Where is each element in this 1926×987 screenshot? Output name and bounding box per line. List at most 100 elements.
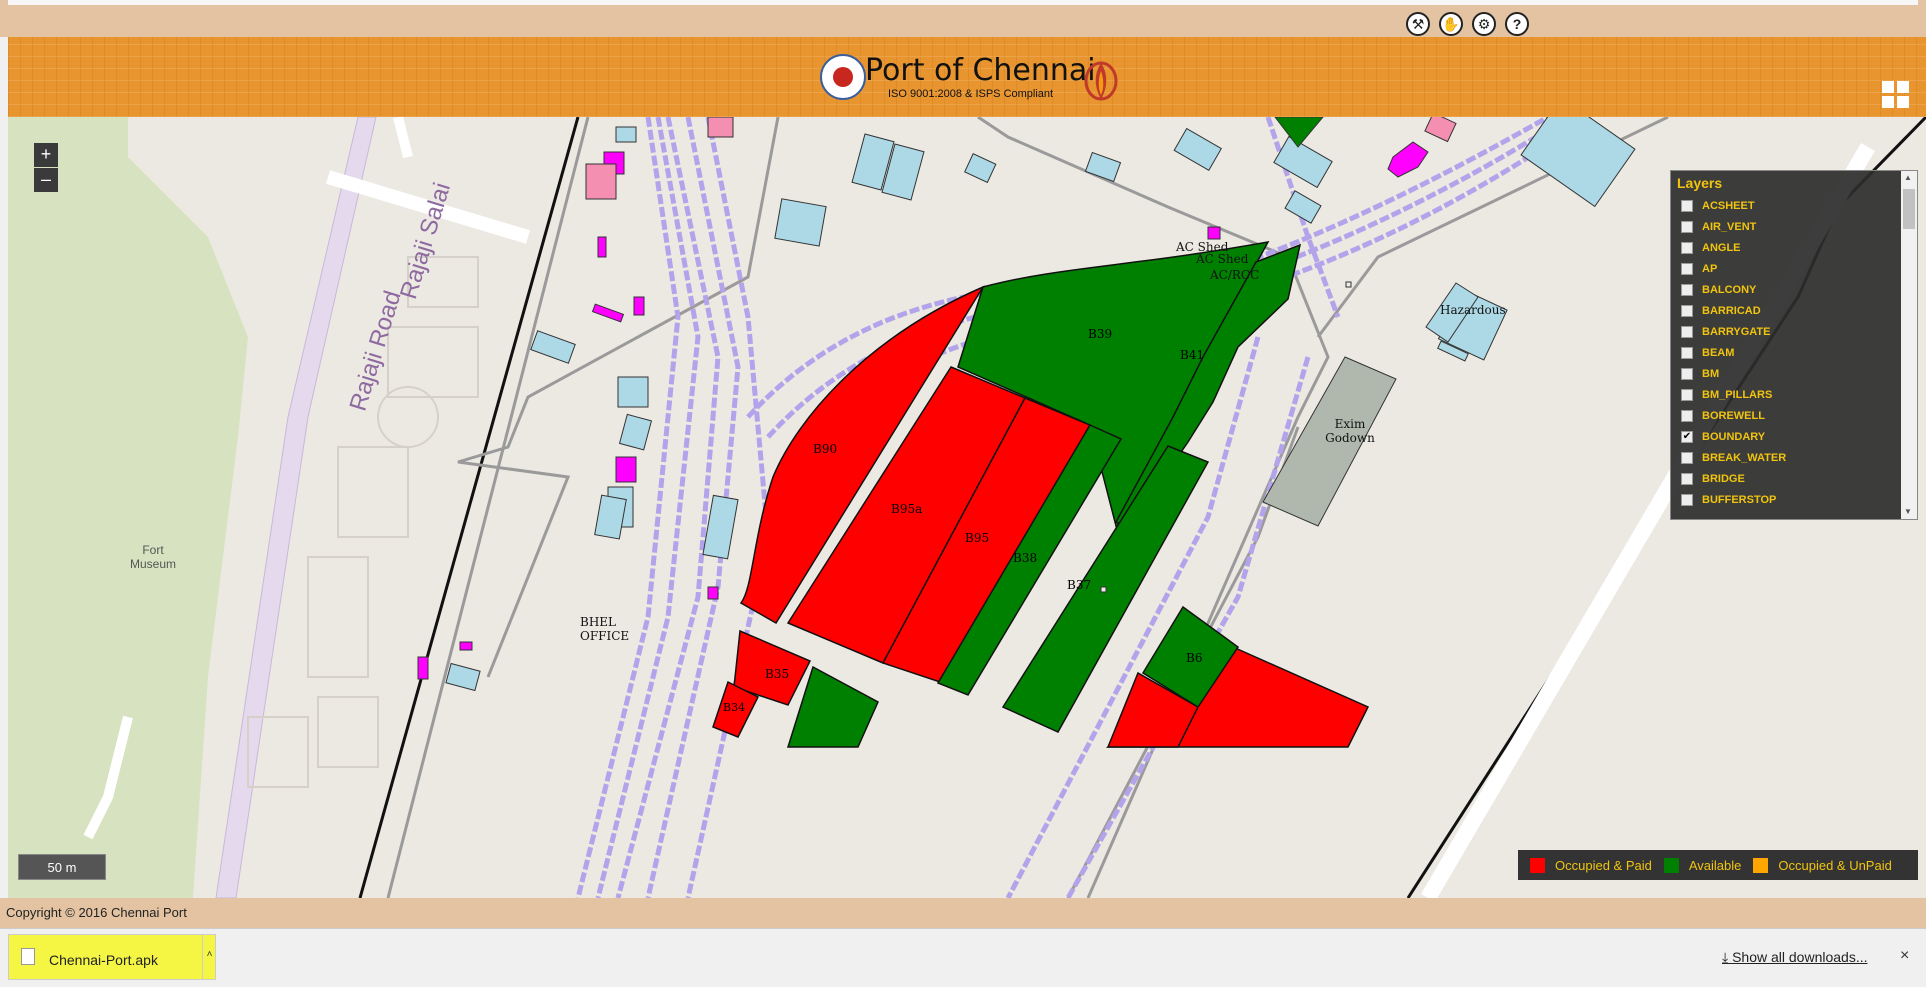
plot-label: B39 (1088, 327, 1113, 341)
plot-label: B6 (1186, 651, 1203, 665)
layer-label: BUFFERSTOP (1702, 493, 1777, 506)
layer-item[interactable]: BOREWELL (1681, 405, 1786, 426)
top-toolbar-strip: ⚒ ✋ ⚙ ? (0, 0, 1926, 37)
legend-swatch (1753, 857, 1769, 873)
layer-item[interactable]: AIR_VENT (1681, 216, 1786, 237)
layer-checkbox[interactable] (1681, 451, 1693, 464)
layer-label: BALCONY (1702, 283, 1757, 296)
layer-label: AP (1702, 262, 1718, 275)
status-legend: Occupied & Paid Available Occupied & UnP… (1518, 850, 1918, 880)
place-label-ac-rcc: AC/RCC (1210, 268, 1260, 282)
place-label-hazardous: Hazardous (1440, 303, 1506, 317)
zoom-in-button[interactable]: + (34, 143, 58, 167)
layer-checkbox[interactable] (1681, 304, 1693, 317)
legend-label: Occupied & Paid (1555, 857, 1652, 873)
layer-label: BM (1702, 367, 1720, 380)
layer-checkbox[interactable] (1681, 325, 1693, 338)
plot-label: B34 (723, 701, 746, 714)
download-file-name: Chennai-Port.apk (49, 952, 158, 968)
site-header: Port of Chennai ISO 9001:2008 & ISPS Com… (8, 37, 1926, 117)
layer-checkbox[interactable] (1681, 472, 1693, 485)
layer-checkbox[interactable] (1681, 199, 1693, 212)
layer-label: BARRYGATE (1702, 325, 1771, 338)
scroll-up-icon[interactable]: ▲ (1904, 173, 1912, 182)
place-label-ac-shed: AC Shed (1196, 252, 1249, 266)
layer-item[interactable]: AP (1681, 258, 1786, 279)
layer-checkbox[interactable] (1681, 388, 1693, 401)
layer-label: ANGLE (1702, 241, 1741, 254)
copyright-text: Copyright © 2016 Chennai Port (6, 905, 187, 920)
layer-checkbox[interactable] (1681, 367, 1693, 380)
layer-item[interactable]: BUFFERSTOP (1681, 489, 1786, 510)
layer-checkbox[interactable] (1681, 283, 1693, 296)
page-subtitle: ISO 9001:2008 & ISPS Compliant (888, 88, 1054, 100)
plot-label: B95 (965, 531, 990, 545)
close-icon[interactable]: × (1900, 947, 1909, 965)
legend-label: Occupied & UnPaid (1778, 857, 1892, 873)
layer-item[interactable]: BARRICAD (1681, 300, 1786, 321)
layer-label: BEAM (1702, 346, 1735, 359)
layers-scrollbar[interactable]: ▲ ▼ (1901, 171, 1917, 519)
layer-checkbox[interactable] (1681, 241, 1693, 254)
layer-label: BARRICAD (1702, 304, 1761, 317)
layer-item[interactable]: BALCONY (1681, 279, 1786, 300)
place-label-fort-museum: Fort Museum (129, 543, 176, 571)
plot-label: B90 (813, 442, 838, 456)
layer-checkbox[interactable] (1681, 220, 1693, 233)
layer-item[interactable]: BM (1681, 363, 1786, 384)
layer-item[interactable]: ANGLE (1681, 237, 1786, 258)
legend-label: Available (1688, 857, 1742, 873)
apps-grid-icon[interactable] (1882, 81, 1912, 111)
layer-checkbox[interactable] (1681, 409, 1693, 422)
layer-item[interactable]: BREAK_WATER (1681, 447, 1786, 468)
layer-item[interactable]: ✔ BOUNDARY (1681, 426, 1786, 447)
handshake-icon[interactable]: ✋ (1439, 12, 1463, 36)
layers-list: ACSHEET AIR_VENT ANGLE AP BALCONY BARRICAD BAR… (1681, 195, 1786, 510)
layer-label: BREAK_WATER (1702, 451, 1787, 464)
plot-label: B95a (891, 502, 923, 516)
plot-label: B38 (1013, 551, 1038, 565)
layer-checkbox[interactable] (1681, 262, 1693, 275)
plot-label: B35 (765, 667, 790, 681)
layer-item[interactable]: BEAM (1681, 342, 1786, 363)
layer-label: BOUNDARY (1702, 430, 1766, 443)
scroll-thumb[interactable] (1903, 189, 1915, 229)
plot-label: B41 (1180, 348, 1205, 362)
downloads-bar: Chennai-Port.apk ˄ ⤓ Show all downloads.… (0, 928, 1926, 987)
download-item[interactable]: Chennai-Port.apk ˄ (8, 934, 216, 980)
layer-label: BM_PILLARS (1702, 388, 1773, 401)
browser-edge (8, 0, 1918, 5)
map-svg (8, 117, 1926, 898)
footer-bar: Copyright © 2016 Chennai Port (0, 898, 1926, 928)
park-area (8, 117, 248, 898)
port-seal-logo (820, 54, 866, 100)
wrench-icon[interactable]: ⚒ (1406, 12, 1430, 36)
chevron-down-icon[interactable]: ˄ (202, 935, 216, 979)
layer-item[interactable]: BRIDGE (1681, 468, 1786, 489)
layer-item[interactable]: BARRYGATE (1681, 321, 1786, 342)
layer-label: BRIDGE (1702, 472, 1745, 485)
help-icon[interactable]: ? (1505, 12, 1529, 36)
layer-checkbox[interactable]: ✔ (1681, 430, 1693, 443)
scroll-down-icon[interactable]: ▼ (1904, 507, 1912, 516)
layer-label: BOREWELL (1702, 409, 1765, 422)
layer-checkbox[interactable] (1681, 346, 1693, 359)
show-all-label: Show all downloads... (1732, 949, 1868, 965)
map-canvas[interactable]: Rajaji Road Rajaji Salai Fort Museum BHE… (8, 117, 1926, 898)
show-all-downloads-link[interactable]: ⤓ Show all downloads... (1722, 949, 1868, 966)
flame-logo-icon (1084, 61, 1118, 101)
file-icon (21, 948, 35, 965)
plot-label: B37 (1067, 578, 1092, 592)
place-label-bhel-office: BHEL OFFICE (580, 615, 630, 643)
scale-bar: 50 m (18, 854, 106, 880)
layers-title: Layers (1677, 175, 1723, 191)
zoom-out-button[interactable]: – (34, 168, 58, 192)
layer-checkbox[interactable] (1681, 493, 1693, 506)
layer-item[interactable]: ACSHEET (1681, 195, 1786, 216)
layer-label: ACSHEET (1702, 199, 1755, 212)
layer-item[interactable]: BM_PILLARS (1681, 384, 1786, 405)
place-label-exim-godown: Exim Godown (1325, 417, 1375, 445)
rajaji-road (215, 117, 377, 898)
android-icon[interactable]: ⚙ (1472, 12, 1496, 36)
page-title: Port of Chennai (865, 53, 1096, 88)
